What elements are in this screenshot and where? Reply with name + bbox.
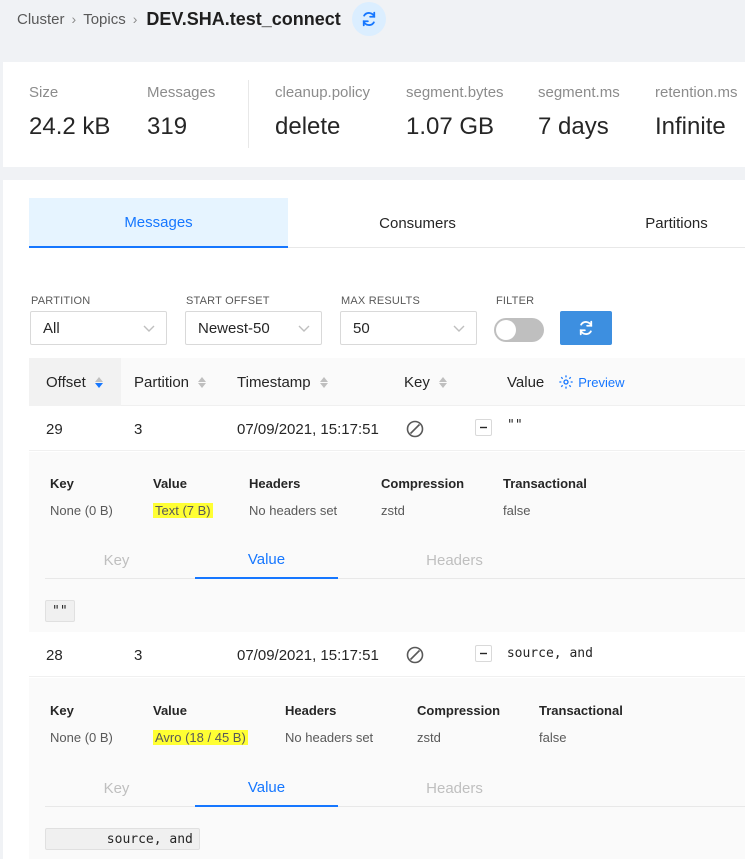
refresh-messages-button[interactable] — [560, 311, 612, 345]
sync-icon — [579, 320, 593, 336]
message-value-code: source, and — [45, 828, 200, 850]
stat-retention-ms: retention.ms Infinite — [655, 84, 738, 140]
chevron-down-icon — [298, 325, 310, 332]
value-type-highlight: Avro (18 / 45 B) — [153, 730, 248, 745]
tab-partitions[interactable]: Partitions — [547, 198, 745, 248]
filter-toggle[interactable] — [494, 318, 544, 342]
filter-label: FILTER — [496, 295, 535, 307]
breadcrumb: Cluster › Topics › DEV.SHA.test_connect — [17, 0, 386, 38]
null-key-icon — [406, 633, 424, 677]
null-key-icon — [406, 407, 424, 451]
collapse-icon[interactable] — [475, 419, 492, 436]
subtab-value[interactable]: Value — [195, 541, 338, 579]
messages-table-header: Offset Partition Timestamp Key Value Pre… — [29, 358, 745, 406]
column-timestamp[interactable]: Timestamp — [237, 358, 328, 406]
breadcrumb-topics[interactable]: Topics — [83, 11, 126, 28]
sort-icon — [94, 376, 103, 388]
chevron-down-icon — [143, 325, 155, 332]
max-results-select[interactable]: 50 — [340, 311, 477, 345]
subtab-value[interactable]: Value — [195, 769, 338, 807]
message-detail-tabs: Key Value Headers — [45, 541, 745, 579]
message-detail-tabs: Key Value Headers — [45, 769, 745, 807]
meta-transactional: Transactional false — [503, 476, 587, 518]
table-row[interactable]: 28 3 07/09/2021, 15:17:51 source, and — [29, 633, 745, 677]
gear-icon — [559, 375, 573, 389]
stat-messages: Messages 319 — [147, 84, 216, 140]
collapse-icon[interactable] — [475, 645, 492, 662]
sync-icon — [362, 11, 375, 27]
messages-panel: Messages Consumers Partitions PARTITION … — [3, 180, 745, 859]
tab-messages[interactable]: Messages — [29, 198, 288, 248]
row-offset: 29 — [46, 420, 63, 438]
value-type-highlight: Text (7 B) — [153, 503, 213, 518]
chevron-right-icon: › — [71, 11, 77, 27]
column-key[interactable]: Key — [404, 358, 447, 406]
stat-cleanup-policy: cleanup.policy delete — [275, 84, 371, 140]
expanded-message-details: Key None (0 B) Value Text (7 B) Headers … — [29, 452, 745, 632]
stat-size: Size 24.2 kB — [29, 84, 111, 140]
tab-consumers[interactable]: Consumers — [288, 198, 547, 248]
table-row[interactable]: 29 3 07/09/2021, 15:17:51 "" — [29, 407, 745, 451]
row-value: "" — [507, 418, 523, 433]
topic-stats-card: Size 24.2 kB Messages 319 cleanup.policy… — [3, 62, 745, 167]
subtab-headers[interactable]: Headers — [383, 769, 526, 807]
meta-value: Value Text (7 B) — [153, 476, 213, 518]
column-value: Value Preview — [507, 373, 625, 391]
meta-compression: Compression zstd — [381, 476, 465, 518]
start-offset-select[interactable]: Newest-50 — [185, 311, 322, 345]
row-timestamp: 07/09/2021, 15:17:51 — [237, 646, 379, 664]
refresh-topic-button[interactable] — [351, 2, 386, 36]
sort-icon — [319, 376, 328, 388]
expanded-message-details: Key None (0 B) Value Avro (18 / 45 B) He… — [29, 678, 745, 859]
row-timestamp: 07/09/2021, 15:17:51 — [237, 420, 379, 438]
chevron-right-icon: › — [132, 11, 138, 27]
start-offset-label: START OFFSET — [186, 295, 270, 307]
column-partition[interactable]: Partition — [134, 358, 207, 406]
row-partition: 3 — [134, 646, 143, 664]
column-offset[interactable]: Offset — [29, 358, 121, 406]
sort-icon — [438, 376, 447, 388]
row-partition: 3 — [134, 420, 143, 438]
meta-compression: Compression zstd — [417, 703, 501, 745]
meta-headers: Headers No headers set — [249, 476, 338, 518]
sort-icon — [198, 376, 207, 388]
subtab-headers[interactable]: Headers — [383, 541, 526, 579]
subtab-key[interactable]: Key — [45, 541, 188, 579]
breadcrumb-cluster[interactable]: Cluster — [17, 11, 65, 28]
meta-key: Key None (0 B) — [50, 476, 113, 518]
chevron-down-icon — [453, 325, 465, 332]
partition-select[interactable]: All — [30, 311, 167, 345]
meta-headers: Headers No headers set — [285, 703, 374, 745]
message-value-code: "" — [45, 600, 75, 622]
preview-button[interactable]: Preview — [558, 374, 625, 390]
topic-tabs: Messages Consumers Partitions — [29, 198, 745, 248]
max-results-label: MAX RESULTS — [341, 295, 421, 307]
stat-segment-ms: segment.ms 7 days — [538, 84, 620, 140]
subtab-key[interactable]: Key — [45, 769, 188, 807]
toggle-knob — [496, 320, 516, 340]
row-offset: 28 — [46, 646, 63, 664]
row-value: source, and — [499, 646, 593, 661]
stat-segment-bytes: segment.bytes 1.07 GB — [406, 84, 504, 140]
partition-label: PARTITION — [31, 295, 91, 307]
page-title: DEV.SHA.test_connect — [146, 8, 341, 29]
meta-transactional: Transactional false — [539, 703, 623, 745]
meta-key: Key None (0 B) — [50, 703, 113, 745]
stats-divider — [248, 80, 249, 148]
meta-value: Value Avro (18 / 45 B) — [153, 703, 248, 745]
